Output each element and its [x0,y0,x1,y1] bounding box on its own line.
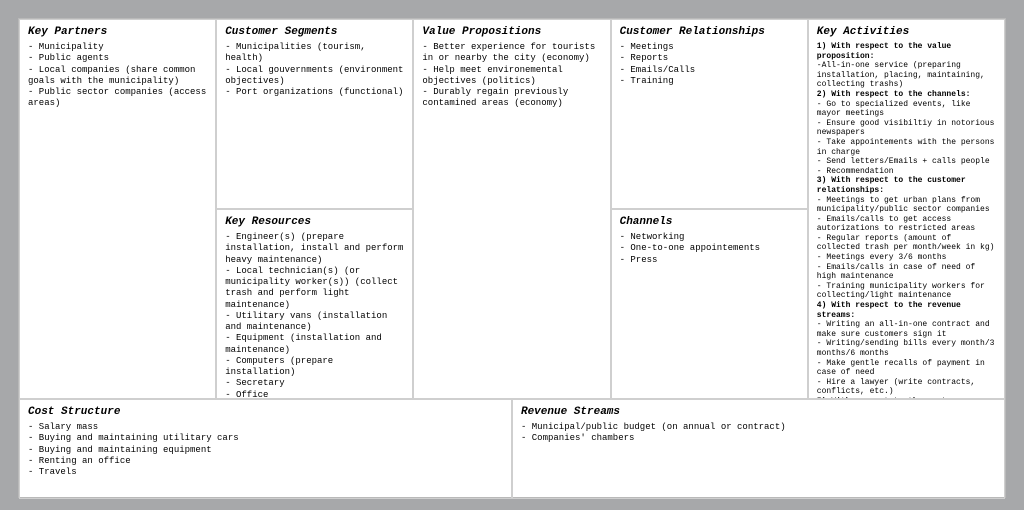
title-key-resources: Key Resources [225,216,404,228]
body-cost-structure: - Salary mass - Buying and maintaining u… [28,422,503,478]
block-value-propositions: Value Propositions - Better experience f… [413,19,610,399]
title-key-partners: Key Partners [28,26,207,38]
block-revenue-streams: Revenue Streams - Municipal/public budge… [512,399,1005,499]
block-customer-relationships: Customer Relationships - Meetings - Repo… [611,19,808,209]
body-key-resources: - Engineer(s) (prepare installation, ins… [225,232,404,399]
title-cost-structure: Cost Structure [28,406,503,418]
body-customer-segments: - Municipalities (tourism, health) - Loc… [225,42,404,98]
block-key-activities: Key Activities 1) With respect to the va… [808,19,1005,399]
title-revenue-streams: Revenue Streams [521,406,996,418]
body-key-activities: 1) With respect to the value proposition… [817,42,996,399]
block-cost-structure: Cost Structure - Salary mass - Buying an… [19,399,512,499]
title-value-propositions: Value Propositions [422,26,601,38]
block-key-resources: Key Resources - Engineer(s) (prepare ins… [216,209,413,399]
body-key-partners: - Municipality - Public agents - Local c… [28,42,207,110]
column-segments-resources: Customer Segments - Municipalities (tour… [216,19,413,399]
body-channels: - Networking - One-to-one appointements … [620,232,799,266]
business-model-canvas: Key Partners - Municipality - Public age… [18,18,1006,498]
block-channels: Channels - Networking - One-to-one appoi… [611,209,808,399]
title-customer-segments: Customer Segments [225,26,404,38]
block-customer-segments: Customer Segments - Municipalities (tour… [216,19,413,209]
column-relationships-channels: Customer Relationships - Meetings - Repo… [611,19,808,399]
title-channels: Channels [620,216,799,228]
body-customer-relationships: - Meetings - Reports - Emails/Calls - Tr… [620,42,799,87]
block-key-partners: Key Partners - Municipality - Public age… [19,19,216,399]
body-revenue-streams: - Municipal/public budget (on annual or … [521,422,996,445]
body-value-propositions: - Better experience for tourists in or n… [422,42,601,110]
title-customer-relationships: Customer Relationships [620,26,799,38]
title-key-activities: Key Activities [817,26,996,38]
